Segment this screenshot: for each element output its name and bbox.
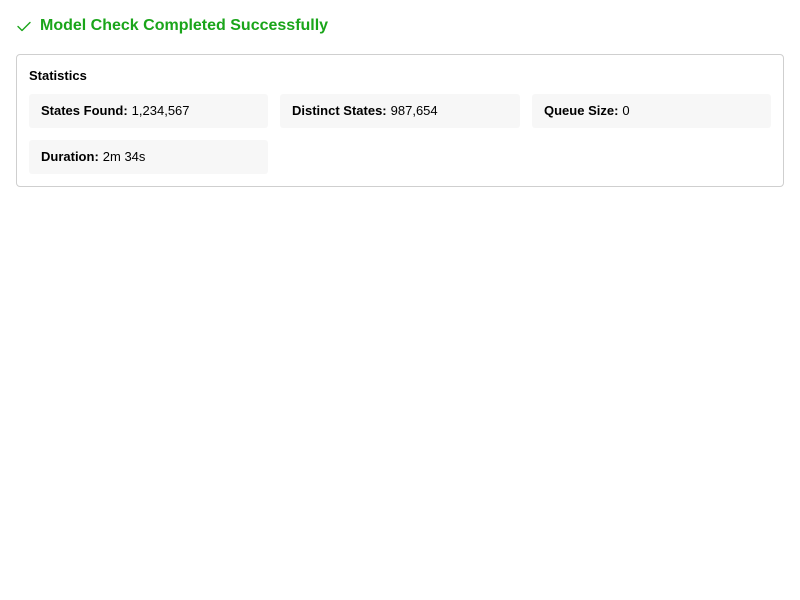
stat-states-found: States Found: 1,234,567 <box>29 94 268 128</box>
stat-queue-size: Queue Size: 0 <box>532 94 771 128</box>
stat-label: Queue Size: <box>544 103 619 118</box>
stat-value: 1,234,567 <box>131 103 190 118</box>
statistics-title: Statistics <box>29 68 87 83</box>
stat-label: Distinct States: <box>292 103 387 118</box>
page: Model Check Completed Successfully Stati… <box>0 0 800 600</box>
stat-value: 987,654 <box>390 103 438 118</box>
statistics-panel: Statistics States Found: 1,234,567 Disti… <box>16 54 784 187</box>
stat-distinct-states: Distinct States: 987,654 <box>280 94 520 128</box>
stat-label: Duration: <box>41 149 99 164</box>
stat-label: States Found: <box>41 103 128 118</box>
stat-value: 0 <box>622 103 630 118</box>
stat-value: 2m 34s <box>102 149 146 164</box>
stat-duration: Duration: 2m 34s <box>29 140 268 174</box>
status-header: Model Check Completed Successfully <box>16 14 328 38</box>
status-title: Model Check Completed Successfully <box>40 17 329 34</box>
check-icon <box>16 18 32 34</box>
